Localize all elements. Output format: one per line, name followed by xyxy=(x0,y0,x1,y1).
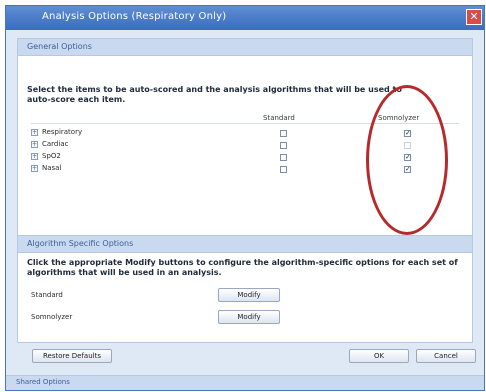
expand-icon[interactable]: + xyxy=(31,141,38,148)
cardiac-standard-checkbox[interactable] xyxy=(280,142,287,149)
highlight-ellipse xyxy=(366,85,448,235)
expand-icon[interactable]: + xyxy=(31,153,38,160)
item-label: SpO2 xyxy=(42,152,61,160)
general-options-header[interactable]: General Options xyxy=(18,39,472,56)
standard-algorithm-label: Standard xyxy=(31,291,63,299)
modify-somnolyzer-button[interactable]: Modify xyxy=(218,310,280,324)
algorithm-options-header[interactable]: Algorithm Specific Options xyxy=(18,236,472,253)
expand-icon[interactable]: + xyxy=(31,129,38,136)
column-header-standard: Standard xyxy=(263,114,295,122)
modify-standard-button[interactable]: Modify xyxy=(218,288,280,302)
expand-icon[interactable]: + xyxy=(31,165,38,172)
algorithm-options-panel: Algorithm Specific Options Click the app… xyxy=(17,235,473,343)
item-label: Respiratory xyxy=(42,128,83,136)
nasal-standard-checkbox[interactable] xyxy=(280,166,287,173)
item-label: Cardiac xyxy=(42,140,69,148)
respiratory-standard-checkbox[interactable] xyxy=(280,130,287,137)
algorithm-instruction: Click the appropriate Modify buttons to … xyxy=(27,258,458,277)
general-options-title: General Options xyxy=(27,42,92,51)
dialog-title: Analysis Options (Respiratory Only) xyxy=(42,11,227,22)
restore-defaults-button[interactable]: Restore Defaults xyxy=(32,349,112,363)
general-instruction: Select the items to be auto-scored and t… xyxy=(27,85,402,104)
title-bar: Analysis Options (Respiratory Only) ✕ xyxy=(6,6,484,30)
close-button[interactable]: ✕ xyxy=(466,9,482,25)
algorithm-options-title: Algorithm Specific Options xyxy=(27,239,134,248)
somnolyzer-algorithm-label: Somnolyzer xyxy=(31,313,73,321)
cancel-button[interactable]: Cancel xyxy=(416,349,476,363)
spo2-standard-checkbox[interactable] xyxy=(280,154,287,161)
ok-button[interactable]: OK xyxy=(349,349,409,363)
item-label: Nasal xyxy=(42,164,62,172)
shared-options-bar[interactable]: Shared Options xyxy=(6,375,484,390)
shared-options-label: Shared Options xyxy=(16,378,70,386)
